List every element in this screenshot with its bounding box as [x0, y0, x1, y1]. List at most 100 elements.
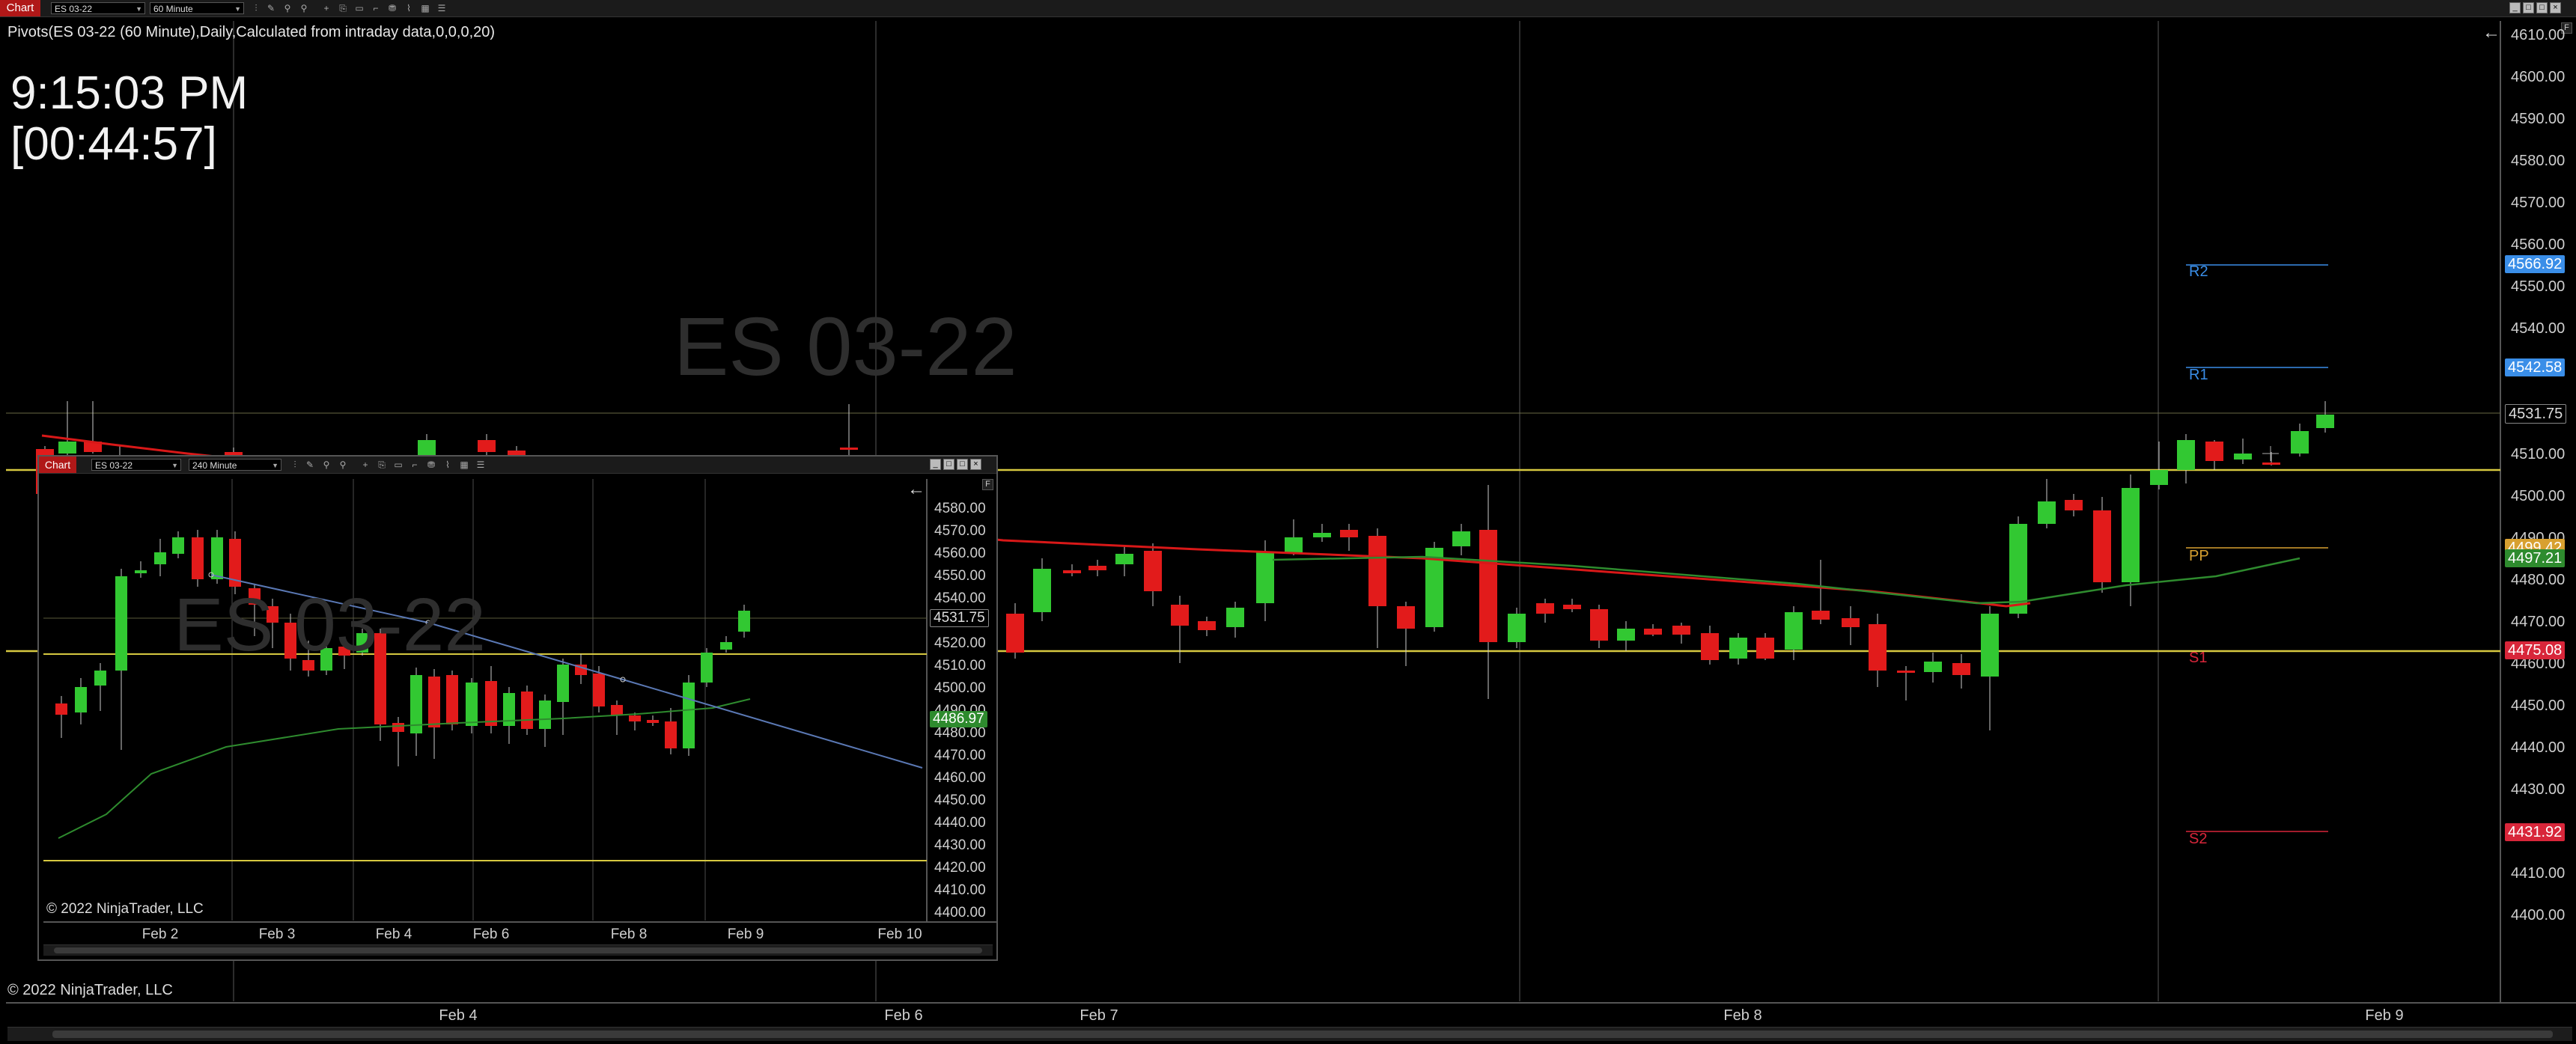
inset-bearish-candle: [665, 721, 677, 748]
bar-countdown: [00:44:57]: [10, 118, 217, 170]
price-axis-tick: 4510.00: [2511, 446, 2566, 463]
bearish-candle: [1672, 626, 1690, 635]
inset-bullish-candle: [172, 537, 184, 554]
bearish-candle: [1644, 629, 1662, 635]
inset-bearish-candle: [521, 692, 533, 729]
back-arrow-icon[interactable]: ←: [2482, 22, 2500, 43]
inset-bearish-candle: [629, 715, 641, 721]
s2-price-tag: 4431.92: [2505, 823, 2566, 841]
inset-last-price-tag: 4531.75: [930, 609, 989, 627]
inset-bearish-candle: [647, 720, 659, 723]
inset-price-axis-tick: 4430.00: [934, 837, 986, 853]
inset-chart-window[interactable]: Chart ES 03-22 ▼ 240 Minute ▼ ⫶ ✎ ⚲ ⚲ + ⎘ …: [37, 455, 998, 961]
time-axis-tick: Feb 7: [1080, 1007, 1118, 1024]
horizontal-scrollbar[interactable]: [7, 1027, 2572, 1041]
inset-price-axis-tick: 4480.00: [934, 725, 986, 741]
bullish-candle: [1285, 537, 1303, 552]
bullish-candle: [2234, 454, 2252, 460]
bearish-candle: [840, 448, 858, 450]
s1-price-tag: 4475.08: [2505, 641, 2566, 659]
bearish-candle: [1006, 614, 1024, 653]
r1-price-tag: 4542.58: [2505, 358, 2566, 376]
bearish-candle: [1368, 536, 1386, 606]
inset-price-axis-tick: 4460.00: [934, 770, 986, 786]
bullish-candle: [1981, 614, 1999, 677]
inset-horizontal-scrollbar[interactable]: [43, 944, 993, 956]
inset-price-axis-tick: 4540.00: [934, 590, 986, 606]
inset-time-axis-tick: Feb 2: [141, 927, 179, 942]
bearish-candle: [2205, 442, 2223, 461]
bearish-candle: [1171, 605, 1189, 626]
inset-bearish-candle: [55, 703, 67, 715]
bullish-candle: [1785, 612, 1803, 650]
price-axis-tick: 4400.00: [2511, 907, 2566, 924]
price-axis-tick: 4590.00: [2511, 111, 2566, 127]
bullish-candle: [2009, 524, 2027, 614]
bullish-candle: [1256, 552, 1274, 603]
bullish-candle: [2316, 415, 2334, 428]
inset-bullish-candle: [466, 683, 478, 726]
price-axis-tick: 4600.00: [2511, 69, 2566, 85]
bullish-candle: [2038, 501, 2056, 524]
price-axis-tick: 4540.00: [2511, 320, 2566, 337]
sma-price-tag: 4497.21: [2505, 549, 2566, 567]
inset-time-axis-tick: Feb 10: [877, 927, 922, 942]
bearish-candle: [1340, 530, 1358, 537]
inset-price-chart[interactable]: [39, 457, 996, 959]
inset-bearish-candle: [392, 723, 404, 732]
inset-bullish-candle: [94, 671, 106, 686]
inset-time-axis-tick: Feb 8: [610, 927, 648, 942]
inset-price-axis-tick: 4410.00: [934, 882, 986, 898]
bullish-candle: [1226, 608, 1244, 627]
bullish-candle: [1924, 662, 1942, 672]
inset-time-axis-tick: Feb 4: [375, 927, 412, 942]
inset-bullish-candle: [154, 552, 166, 564]
bearish-candle: [1897, 671, 1915, 673]
inset-price-axis-tick: 4550.00: [934, 568, 986, 584]
bearish-candle: [1869, 624, 1887, 671]
time-axis-tick: Feb 4: [439, 1007, 478, 1024]
price-axis-tick: 4450.00: [2511, 697, 2566, 714]
price-axis-tick: 4570.00: [2511, 195, 2566, 211]
bearish-candle: [1536, 603, 1554, 614]
scrollbar-thumb[interactable]: [52, 1031, 2553, 1038]
clock-time: 9:15:03 PM: [10, 67, 249, 119]
inset-bullish-candle: [683, 683, 695, 748]
bearish-candle: [1397, 606, 1415, 629]
pivot-s2-label: S2: [2189, 831, 2208, 847]
inset-price-axis-tick: 4500.00: [934, 680, 986, 696]
bearish-candle: [1590, 609, 1608, 641]
bullish-candle: [2122, 488, 2140, 582]
pivot-r2-label: R2: [2189, 263, 2208, 280]
bullish-candle: [2177, 440, 2195, 470]
inset-price-axis-tick: 4420.00: [934, 860, 986, 876]
inset-bearish-candle: [446, 675, 458, 724]
bullish-candle: [1033, 569, 1051, 612]
inset-price-axis-tick: 4470.00: [934, 748, 986, 763]
price-axis-tick: 4550.00: [2511, 278, 2566, 295]
inset-bullish-candle: [557, 665, 569, 702]
inset-bullish-candle: [75, 687, 87, 712]
inset-bearish-candle: [611, 705, 623, 715]
bearish-candle: [2093, 510, 2111, 582]
inset-sma-line: [58, 698, 751, 839]
inset-price-axis-tick: 4580.00: [934, 501, 986, 516]
inset-scrollbar-thumb[interactable]: [54, 947, 982, 953]
bearish-candle: [1063, 570, 1081, 573]
inset-bearish-candle: [593, 674, 605, 706]
price-axis-tick: 4410.00: [2511, 865, 2566, 882]
inset-bearish-candle: [192, 537, 204, 579]
time-axis-tick: Feb 8: [1723, 1007, 1762, 1024]
bullish-candle: [1617, 629, 1635, 641]
pivot-pp-label: PP: [2189, 548, 2209, 564]
bullish-candle: [1115, 554, 1133, 564]
bearish-candle: [2065, 500, 2083, 510]
inset-time-axis-tick: Feb 9: [727, 927, 764, 942]
inset-price-axis-tick: 4520.00: [934, 635, 986, 651]
r2-price-tag: 4566.92: [2505, 255, 2566, 273]
last-price-tag: 4531.75: [2505, 404, 2567, 424]
bearish-candle: [1198, 621, 1216, 630]
pivot-r1-label: R1: [2189, 367, 2208, 383]
inset-back-arrow-icon[interactable]: ←: [907, 479, 925, 500]
pivots-indicator-label: Pivots(ES 03-22 (60 Minute),Daily,Calcul…: [7, 24, 496, 40]
